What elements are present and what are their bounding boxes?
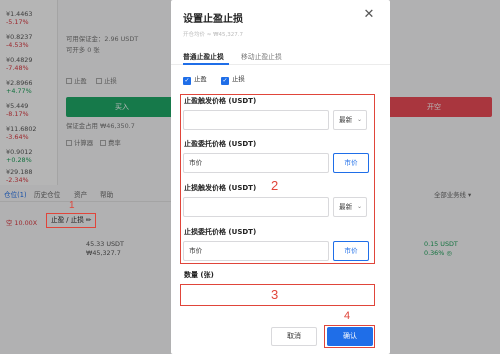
dialog-header: 设置止盈止损 ✕ [171, 0, 390, 30]
entry-price-hint: 开仓均价 ≈ ₩45,327.7 [183, 32, 244, 38]
annotation-number-2: 2 [271, 178, 279, 193]
tab-normal-sltp[interactable]: 普通止盈止损 [183, 51, 224, 61]
tab-trailing-sltp[interactable]: 移动止盈止损 [241, 51, 282, 61]
check-icon: ✓ [183, 77, 191, 85]
annotation-box-4 [324, 325, 375, 348]
annotation-number-4: 4 [344, 310, 351, 322]
dialog-title: 设置止盈止损 [183, 14, 243, 25]
annotation-number-1: 1 [69, 200, 75, 211]
active-tab-indicator [183, 63, 229, 65]
dialog-tabs: 普通止盈止损 移动止盈止损 [171, 45, 390, 65]
close-icon[interactable]: ✕ [361, 7, 377, 23]
annotation-number-3: 3 [271, 287, 279, 302]
cancel-button[interactable]: 取消 [271, 327, 317, 346]
check-icon: ✓ [221, 77, 229, 85]
quantity-label: 数量 (张) [184, 271, 214, 279]
stop-loss-checkbox[interactable]: ✓ 止损 [221, 74, 245, 85]
take-profit-checkbox[interactable]: ✓ 止盈 [183, 74, 207, 85]
annotation-box-1 [46, 213, 96, 228]
